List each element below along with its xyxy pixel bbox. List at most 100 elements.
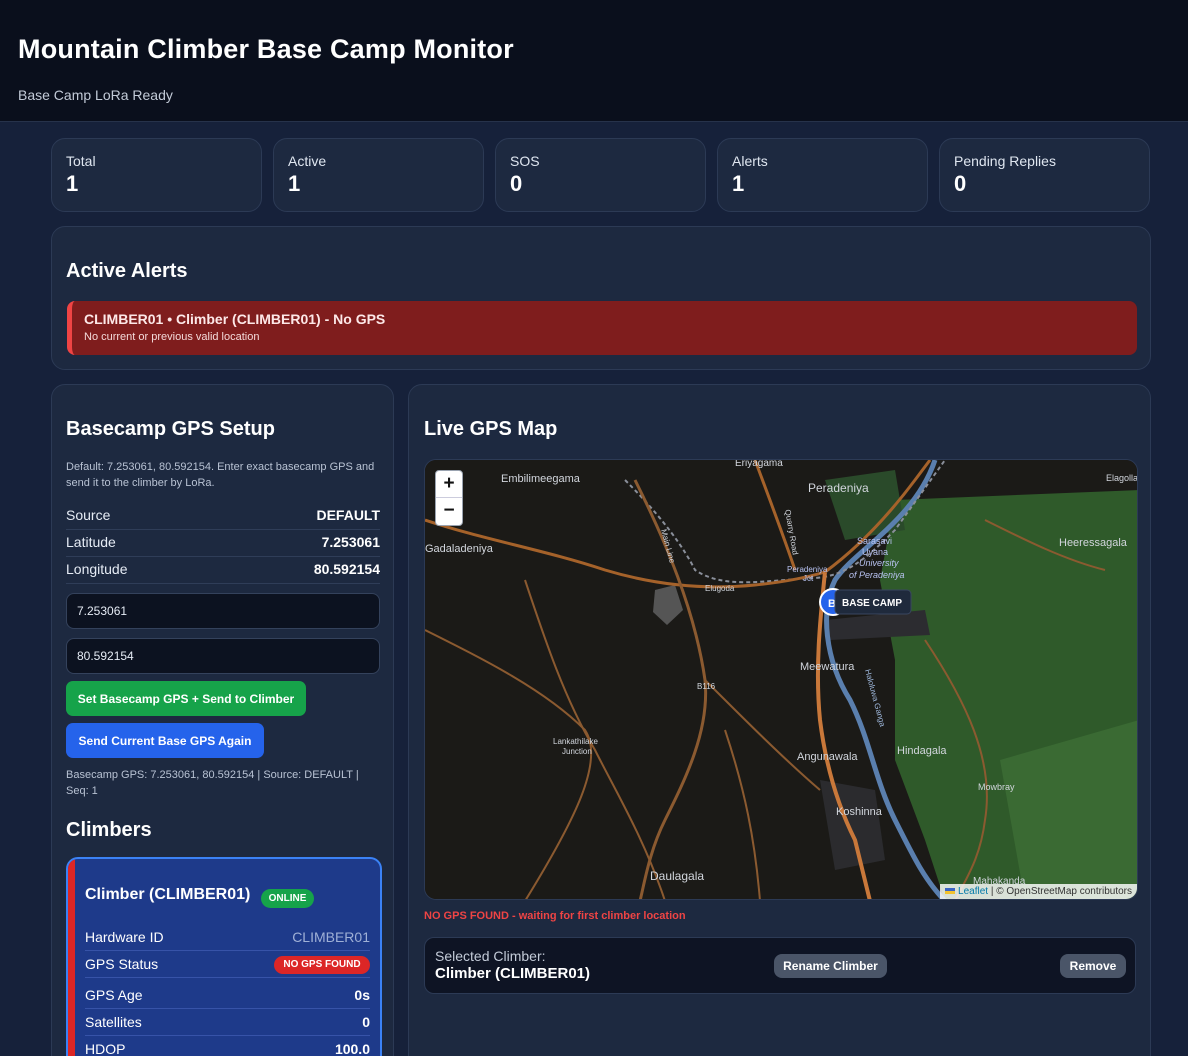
hardware-id-row: Hardware ID CLIMBER01 bbox=[85, 923, 370, 951]
stat-value: 1 bbox=[66, 171, 79, 196]
place-label: Lankathilake bbox=[553, 737, 598, 746]
stat-value: 1 bbox=[288, 171, 301, 196]
base-camp-label: BASE CAMP bbox=[842, 598, 902, 609]
place-label: Mowbray bbox=[978, 782, 1015, 792]
active-alerts-panel: Active Alerts CLIMBER01 • Climber (CLIMB… bbox=[51, 226, 1151, 370]
osm-attribution: | © OpenStreetMap contributors bbox=[990, 886, 1132, 897]
place-label: Sarasavi bbox=[857, 536, 892, 546]
row-value: 0s bbox=[354, 987, 370, 1003]
row-value: 100.0 bbox=[334, 1041, 370, 1056]
stat-label: Alerts bbox=[732, 153, 768, 169]
road-label: B116 bbox=[697, 682, 716, 691]
leaflet-link[interactable]: Leaflet bbox=[958, 886, 988, 897]
stat-value: 0 bbox=[954, 171, 967, 196]
active-alerts-title: Active Alerts bbox=[66, 260, 188, 282]
online-badge: ONLINE bbox=[261, 889, 314, 908]
row-value: DEFAULT bbox=[316, 507, 380, 523]
map-attribution: Leaflet | © OpenStreetMap contributors bbox=[940, 884, 1137, 899]
place-label: Junction bbox=[562, 747, 592, 756]
gps-age-row: GPS Age 0s bbox=[85, 981, 370, 1009]
selected-climber-box: Selected Climber: Climber (CLIMBER01) Re… bbox=[424, 937, 1136, 994]
stat-sos: SOS 0 bbox=[495, 138, 706, 212]
latitude-input[interactable] bbox=[66, 593, 380, 629]
selected-climber-label: Selected Climber: bbox=[435, 948, 546, 964]
row-value: CLIMBER01 bbox=[292, 929, 370, 945]
selected-climber-name: Climber (CLIMBER01) bbox=[435, 965, 591, 982]
rename-climber-button[interactable]: Rename Climber bbox=[774, 954, 887, 978]
row-key: Latitude bbox=[66, 534, 116, 550]
row-key: HDOP bbox=[85, 1041, 126, 1056]
resend-basecamp-button[interactable]: Send Current Base GPS Again bbox=[66, 723, 264, 758]
gps-status-badge: NO GPS FOUND bbox=[274, 956, 370, 974]
row-value: 80.592154 bbox=[313, 561, 380, 577]
place-label: Elugoda bbox=[705, 584, 735, 593]
zoom-control: + − bbox=[435, 470, 463, 526]
gps-status-row: GPS Status NO GPS FOUND bbox=[85, 950, 370, 978]
stat-label: Pending Replies bbox=[954, 153, 1056, 169]
zoom-in-button[interactable]: + bbox=[436, 471, 462, 498]
place-label: Embilimeegama bbox=[501, 473, 581, 485]
row-key: Hardware ID bbox=[85, 929, 164, 945]
stat-alerts: Alerts 1 bbox=[717, 138, 928, 212]
place-label: Eriyagama bbox=[735, 460, 783, 469]
place-label: Angunawala bbox=[797, 751, 858, 763]
place-label: Jct bbox=[803, 574, 814, 583]
basecamp-hint: Default: 7.253061, 80.592154. Enter exac… bbox=[66, 461, 375, 489]
zoom-out-button[interactable]: − bbox=[436, 498, 462, 525]
climbers-title: Climbers bbox=[66, 819, 152, 841]
place-label: Peradeniya bbox=[808, 481, 869, 495]
row-value: 7.253061 bbox=[321, 534, 380, 550]
place-label: Heeressagala bbox=[1059, 537, 1128, 549]
alert-description: No current or previous valid location bbox=[84, 331, 260, 343]
place-label: University bbox=[859, 558, 899, 568]
row-key: GPS Age bbox=[85, 987, 143, 1003]
row-value: 0 bbox=[362, 1014, 370, 1030]
stat-label: Total bbox=[66, 153, 96, 169]
place-label: of Peradeniya bbox=[849, 570, 905, 580]
place-label: Peradeniya bbox=[787, 565, 828, 574]
row-key: GPS Status bbox=[85, 956, 159, 972]
ukraine-flag-icon bbox=[945, 887, 956, 895]
stat-label: SOS bbox=[510, 153, 540, 169]
place-label: Gadaladeniya bbox=[425, 543, 494, 555]
place-label: Hindagala bbox=[897, 745, 947, 757]
alert-item[interactable]: CLIMBER01 • Climber (CLIMBER01) - No GPS… bbox=[67, 301, 1137, 355]
place-label: Daulagala bbox=[650, 869, 704, 883]
climber-name: Climber (CLIMBER01) bbox=[85, 886, 251, 903]
stat-value: 0 bbox=[510, 171, 523, 196]
stat-pending-replies: Pending Replies 0 bbox=[939, 138, 1150, 212]
basecamp-status: Basecamp GPS: 7.253061, 80.592154 | Sour… bbox=[66, 769, 359, 797]
map-tiles[interactable]: Embilimeegama Peradeniya Gadaladeniya Sa… bbox=[425, 460, 1138, 900]
stat-active: Active 1 bbox=[273, 138, 484, 212]
app-header: Mountain Climber Base Camp Monitor Base … bbox=[0, 0, 1188, 122]
place-label: Elagolla bbox=[1106, 473, 1138, 483]
basecamp-panel: Basecamp GPS Setup Default: 7.253061, 80… bbox=[51, 384, 394, 1056]
basecamp-title: Basecamp GPS Setup bbox=[66, 418, 275, 440]
place-label: Meewatura bbox=[800, 661, 855, 673]
source-row: Source DEFAULT bbox=[66, 502, 380, 530]
place-label: Uyana bbox=[862, 547, 888, 557]
lora-status: Base Camp LoRa Ready bbox=[18, 87, 173, 103]
row-key: Satellites bbox=[85, 1014, 142, 1030]
live-gps-map[interactable]: Embilimeegama Peradeniya Gadaladeniya Sa… bbox=[424, 459, 1138, 900]
alert-stripe bbox=[68, 859, 75, 1056]
stat-label: Active bbox=[288, 153, 327, 169]
longitude-input[interactable] bbox=[66, 638, 380, 674]
map-title: Live GPS Map bbox=[424, 418, 558, 440]
set-basecamp-button[interactable]: Set Basecamp GPS + Send to Climber bbox=[66, 681, 306, 716]
remove-climber-button[interactable]: Remove bbox=[1060, 954, 1126, 978]
stat-value: 1 bbox=[732, 171, 745, 196]
row-key: Source bbox=[66, 507, 111, 523]
place-label: Koshinna bbox=[836, 806, 883, 818]
climber-card[interactable]: Climber (CLIMBER01) ONLINE Hardware ID C… bbox=[66, 857, 382, 1056]
app-title: Mountain Climber Base Camp Monitor bbox=[18, 34, 514, 64]
hdop-row: HDOP 100.0 bbox=[85, 1035, 370, 1056]
map-gps-status: NO GPS FOUND - waiting for first climber… bbox=[424, 910, 686, 922]
longitude-row: Longitude 80.592154 bbox=[66, 556, 380, 584]
satellites-row: Satellites 0 bbox=[85, 1008, 370, 1036]
stat-total: Total 1 bbox=[51, 138, 262, 212]
map-panel: Live GPS Map Embilimeegama Peradeniya Ga… bbox=[408, 384, 1151, 1056]
latitude-row: Latitude 7.253061 bbox=[66, 529, 380, 557]
alert-title: CLIMBER01 • Climber (CLIMBER01) - No GPS bbox=[84, 311, 386, 327]
row-key: Longitude bbox=[66, 561, 128, 577]
